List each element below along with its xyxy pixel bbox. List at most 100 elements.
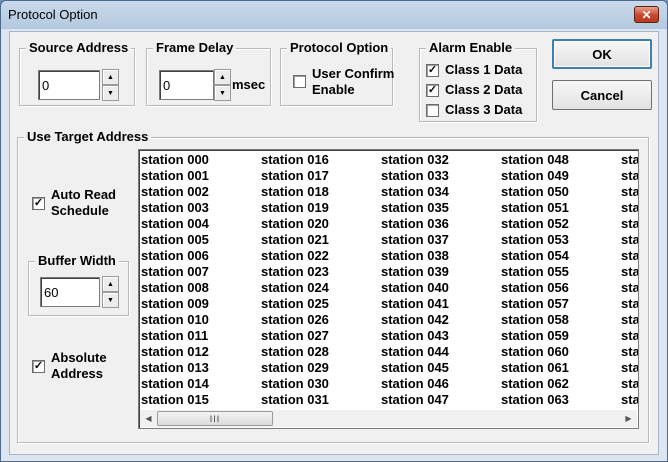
class2-label[interactable]: Class 2 Data bbox=[445, 82, 522, 98]
station-list-item[interactable]: station 034 bbox=[381, 184, 501, 200]
station-list-item[interactable]: station 043 bbox=[381, 328, 501, 344]
station-list-item[interactable]: station 010 bbox=[141, 312, 261, 328]
station-list-item[interactable]: sta bbox=[621, 232, 638, 248]
station-list-item[interactable]: station 061 bbox=[501, 360, 621, 376]
buffer-width-input[interactable] bbox=[40, 277, 100, 307]
station-list-item[interactable]: station 063 bbox=[501, 392, 621, 408]
station-list-item[interactable]: station 050 bbox=[501, 184, 621, 200]
frame-delay-up-button[interactable]: ▲ bbox=[214, 69, 231, 85]
station-list-item[interactable]: station 021 bbox=[261, 232, 381, 248]
station-list-item[interactable]: sta bbox=[621, 344, 638, 360]
station-list-item[interactable]: station 001 bbox=[141, 168, 261, 184]
station-list-item[interactable]: station 028 bbox=[261, 344, 381, 360]
user-confirm-label-line1[interactable]: User Confirm bbox=[312, 66, 394, 82]
source-address-up-button[interactable]: ▲ bbox=[102, 69, 119, 85]
station-list-item[interactable]: station 016 bbox=[261, 152, 381, 168]
ok-button[interactable]: OK bbox=[552, 39, 652, 69]
auto-read-checkbox[interactable]: ✓ bbox=[32, 197, 45, 210]
station-list-item[interactable]: station 023 bbox=[261, 264, 381, 280]
station-list-item[interactable]: station 041 bbox=[381, 296, 501, 312]
station-list-item[interactable]: station 059 bbox=[501, 328, 621, 344]
station-list-item[interactable]: station 060 bbox=[501, 344, 621, 360]
absolute-address-checkbox[interactable]: ✓ bbox=[32, 360, 45, 373]
station-list-item[interactable]: station 018 bbox=[261, 184, 381, 200]
station-list-item[interactable]: station 053 bbox=[501, 232, 621, 248]
source-address-down-button[interactable]: ▼ bbox=[102, 85, 119, 101]
station-list-item[interactable]: station 037 bbox=[381, 232, 501, 248]
station-list-item[interactable]: station 031 bbox=[261, 392, 381, 408]
auto-read-label-line1[interactable]: Auto Read bbox=[51, 187, 116, 203]
station-list-item[interactable]: station 014 bbox=[141, 376, 261, 392]
station-list-item[interactable]: station 056 bbox=[501, 280, 621, 296]
station-list-item[interactable]: station 017 bbox=[261, 168, 381, 184]
class1-label[interactable]: Class 1 Data bbox=[445, 62, 522, 78]
station-list-item[interactable]: station 030 bbox=[261, 376, 381, 392]
scroll-right-button[interactable]: ▶ bbox=[620, 410, 637, 427]
station-list-item[interactable]: sta bbox=[621, 280, 638, 296]
station-list-item[interactable]: station 027 bbox=[261, 328, 381, 344]
station-list-item[interactable]: station 055 bbox=[501, 264, 621, 280]
station-list-item[interactable]: station 036 bbox=[381, 216, 501, 232]
title-bar[interactable]: Protocol Option ✕ bbox=[1, 1, 667, 29]
station-list-item[interactable]: station 032 bbox=[381, 152, 501, 168]
station-list-item[interactable]: station 040 bbox=[381, 280, 501, 296]
source-address-input[interactable] bbox=[38, 70, 100, 100]
absolute-address-label-line1[interactable]: Absolute bbox=[51, 350, 107, 366]
station-list-item[interactable]: sta bbox=[621, 328, 638, 344]
station-list-item[interactable]: station 051 bbox=[501, 200, 621, 216]
class3-label[interactable]: Class 3 Data bbox=[445, 102, 522, 118]
horizontal-scrollbar[interactable]: ◀ III ▶ bbox=[140, 410, 637, 427]
station-list-item[interactable]: station 058 bbox=[501, 312, 621, 328]
station-list-item[interactable]: sta bbox=[621, 264, 638, 280]
station-list-item[interactable]: station 015 bbox=[141, 392, 261, 408]
scroll-thumb[interactable]: III bbox=[157, 411, 273, 426]
station-list-item[interactable]: station 008 bbox=[141, 280, 261, 296]
station-listbox[interactable]: station 000 station 001 station 002 station… bbox=[138, 149, 639, 429]
station-list-item[interactable]: sta bbox=[621, 200, 638, 216]
station-list-item[interactable]: sta bbox=[621, 152, 638, 168]
station-list-item[interactable]: station 035 bbox=[381, 200, 501, 216]
station-list-item[interactable]: station 029 bbox=[261, 360, 381, 376]
station-list-item[interactable]: station 054 bbox=[501, 248, 621, 264]
class2-checkbox[interactable]: ✓ bbox=[426, 84, 439, 97]
user-confirm-checkbox[interactable] bbox=[293, 75, 306, 88]
close-button[interactable]: ✕ bbox=[634, 6, 659, 23]
station-list-item[interactable]: station 005 bbox=[141, 232, 261, 248]
station-list-item[interactable]: station 042 bbox=[381, 312, 501, 328]
station-list-item[interactable]: station 020 bbox=[261, 216, 381, 232]
class3-checkbox[interactable] bbox=[426, 104, 439, 117]
buffer-width-up-button[interactable]: ▲ bbox=[102, 276, 119, 292]
class1-checkbox[interactable]: ✓ bbox=[426, 64, 439, 77]
station-list-item[interactable]: station 000 bbox=[141, 152, 261, 168]
user-confirm-label-line2[interactable]: Enable bbox=[312, 82, 355, 98]
station-list-item[interactable]: station 011 bbox=[141, 328, 261, 344]
station-list-item[interactable]: station 002 bbox=[141, 184, 261, 200]
station-list-item[interactable]: station 039 bbox=[381, 264, 501, 280]
station-list-item[interactable]: station 038 bbox=[381, 248, 501, 264]
station-list-item[interactable]: station 046 bbox=[381, 376, 501, 392]
cancel-button[interactable]: Cancel bbox=[552, 80, 652, 110]
station-list-item[interactable]: station 044 bbox=[381, 344, 501, 360]
station-list-item[interactable]: station 013 bbox=[141, 360, 261, 376]
station-list-item[interactable]: station 004 bbox=[141, 216, 261, 232]
station-list-item[interactable]: station 007 bbox=[141, 264, 261, 280]
station-list-item[interactable]: sta bbox=[621, 296, 638, 312]
station-list-item[interactable]: station 019 bbox=[261, 200, 381, 216]
auto-read-label-line2[interactable]: Schedule bbox=[51, 203, 109, 219]
station-list-item[interactable]: sta bbox=[621, 248, 638, 264]
station-list-item[interactable]: station 009 bbox=[141, 296, 261, 312]
station-list-item[interactable]: station 024 bbox=[261, 280, 381, 296]
station-list-item[interactable]: station 052 bbox=[501, 216, 621, 232]
station-list-item[interactable]: station 006 bbox=[141, 248, 261, 264]
buffer-width-down-button[interactable]: ▼ bbox=[102, 292, 119, 308]
station-list-item[interactable]: station 026 bbox=[261, 312, 381, 328]
station-list-item[interactable]: station 049 bbox=[501, 168, 621, 184]
station-list-item[interactable]: station 047 bbox=[381, 392, 501, 408]
station-list-item[interactable]: station 062 bbox=[501, 376, 621, 392]
station-list-item[interactable]: sta bbox=[621, 312, 638, 328]
station-list-item[interactable]: sta bbox=[621, 392, 638, 408]
station-list-item[interactable]: station 057 bbox=[501, 296, 621, 312]
station-list-item[interactable]: sta bbox=[621, 360, 638, 376]
station-list-item[interactable]: station 012 bbox=[141, 344, 261, 360]
station-list-item[interactable]: station 025 bbox=[261, 296, 381, 312]
